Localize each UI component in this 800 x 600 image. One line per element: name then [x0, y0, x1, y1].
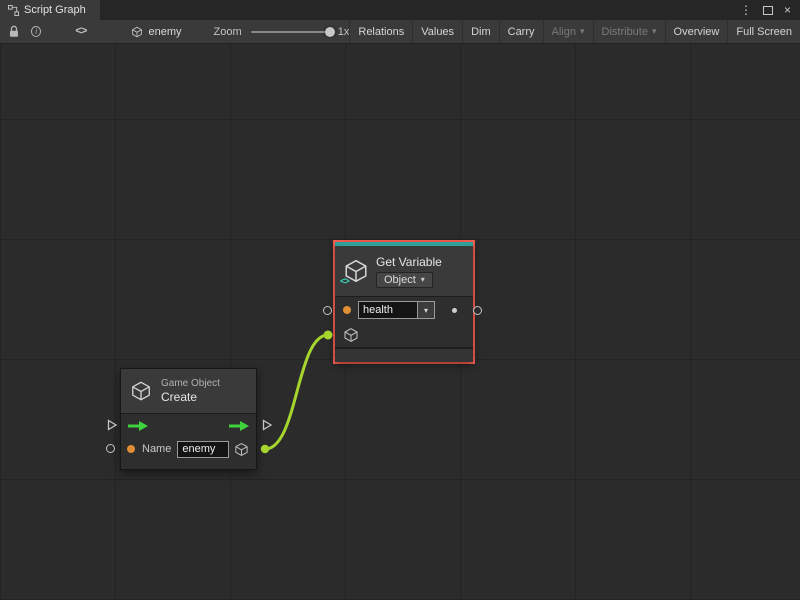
variable-cube-icon: <> [343, 258, 369, 284]
name-param-row: Name [121, 437, 256, 461]
create-flow-out-port[interactable] [261, 419, 273, 431]
align-button[interactable]: Align ▾ [543, 20, 593, 43]
scope-value: Object [384, 274, 416, 286]
result-cube-icon[interactable] [234, 442, 249, 457]
chevron-down-icon: ▾ [580, 26, 585, 37]
name-input[interactable] [177, 441, 229, 458]
node-category: Game Object [161, 378, 220, 390]
window-controls: ⋮ × [740, 0, 800, 20]
flow-row [121, 414, 256, 437]
zoom-value: 1x [338, 26, 350, 38]
wire-start-port [261, 445, 269, 453]
carry-button[interactable]: Carry [499, 20, 543, 43]
tab-label: Script Graph [24, 4, 86, 16]
distribute-button[interactable]: Distribute ▾ [593, 20, 665, 43]
code-icon[interactable]: <> [75, 26, 86, 38]
graph-canvas[interactable]: <> Get Variable Object ▾ ▾ [0, 44, 800, 600]
node-title: Create [161, 390, 220, 404]
create-name-port[interactable] [106, 444, 115, 453]
value-output-port[interactable] [452, 308, 457, 313]
variable-name-row: ▾ [335, 297, 473, 323]
get-variable-output-port[interactable] [473, 306, 482, 315]
code-badge-icon: <> [340, 277, 349, 287]
get-variable-node[interactable]: <> Get Variable Object ▾ ▾ [333, 240, 475, 364]
zoom-label: Zoom [214, 26, 242, 38]
toolbar-buttons: Relations Values Dim Carry Align ▾ Distr… [349, 20, 800, 43]
graph-owner[interactable]: enemy [131, 26, 181, 38]
dim-button[interactable]: Dim [462, 20, 499, 43]
full-screen-button[interactable]: Full Screen [727, 20, 800, 43]
variable-name-port-icon[interactable] [343, 306, 351, 314]
node-footer [335, 348, 473, 362]
graph-toolbar: i <> enemy Zoom 1x Relations Values Dim … [0, 20, 800, 44]
flow-out-arrow-icon[interactable] [228, 420, 250, 432]
zoom-slider-track[interactable] [251, 31, 330, 33]
titlebar: Script Graph ⋮ × [0, 0, 800, 20]
create-flow-in-port[interactable] [106, 419, 118, 431]
game-object-create-node[interactable]: Game Object Create Name [120, 368, 257, 470]
scope-dropdown[interactable]: Object ▾ [376, 272, 433, 288]
tab-script-graph[interactable]: Script Graph [0, 0, 100, 20]
node-title: Get Variable [376, 255, 442, 269]
window-menu-icon[interactable]: ⋮ [740, 3, 752, 17]
get-variable-input-port[interactable] [323, 306, 332, 315]
graph-owner-name: enemy [148, 26, 181, 38]
info-icon[interactable]: i [31, 26, 41, 37]
zoom-slider[interactable] [251, 25, 330, 39]
maximize-icon[interactable] [763, 6, 773, 15]
variable-picker-button[interactable]: ▾ [417, 302, 434, 318]
object-target-row [335, 323, 473, 347]
param-label: Name [142, 443, 171, 455]
cube-icon [131, 26, 143, 38]
values-button[interactable]: Values [412, 20, 462, 43]
flow-in-arrow-icon[interactable] [127, 420, 149, 432]
overview-button[interactable]: Overview [665, 20, 728, 43]
name-port-icon[interactable] [127, 445, 135, 453]
object-port-cube-icon[interactable] [343, 327, 359, 343]
variable-name-combo[interactable]: ▾ [358, 301, 435, 319]
create-node-header: Game Object Create [121, 369, 256, 413]
relations-button[interactable]: Relations [349, 20, 412, 43]
chevron-down-icon: ▾ [424, 306, 428, 315]
chevron-down-icon: ▾ [652, 26, 657, 37]
lock-icon[interactable] [8, 25, 20, 38]
chevron-down-icon: ▾ [421, 275, 425, 284]
script-graph-icon [8, 5, 19, 16]
zoom-slider-handle[interactable] [325, 27, 335, 37]
game-object-cube-icon [130, 380, 152, 402]
get-variable-header: <> Get Variable Object ▾ [335, 246, 473, 296]
variable-name-input[interactable] [359, 302, 417, 318]
close-icon[interactable]: × [784, 3, 791, 17]
wire-end-port [324, 331, 333, 340]
